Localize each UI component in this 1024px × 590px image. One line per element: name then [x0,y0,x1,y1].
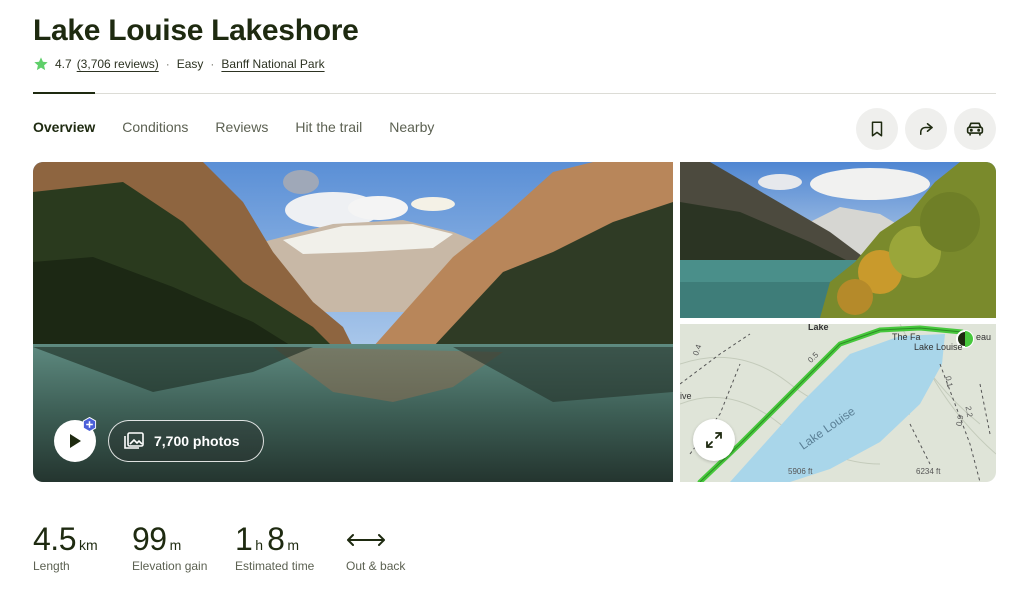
trail-meta: 4.7 (3,706 reviews) · Easy · Banff Natio… [33,55,325,73]
map-label-ive: ive [680,391,692,401]
car-icon [966,122,984,136]
elevation-value: 99 [132,521,167,557]
share-button[interactable] [905,108,947,150]
map-illustration: Lake Louise The Fa eau Lake Louise Lake … [680,324,996,482]
map-elevation-5906: 5906 ft [788,467,813,476]
time-hours-value: 1 [235,521,253,557]
tabs-divider [33,93,996,94]
tab-hit-the-trail[interactable]: Hit the trail [295,119,362,135]
stat-elevation: 99 m Elevation gain [132,521,207,573]
length-unit: km [78,537,98,553]
map-label-lake: Lake [808,324,829,332]
stat-time: 1h8m Estimated time [235,521,314,573]
lake-autumn-illustration [680,162,996,318]
bookmark-button[interactable] [856,108,898,150]
tab-reviews[interactable]: Reviews [215,119,268,135]
difficulty-label: Easy [176,57,204,71]
route-type-label: Out & back [346,559,406,573]
rating-value: 4.7 [55,57,72,71]
time-minutes-value: 8 [267,521,285,557]
meta-separator: · [165,57,170,71]
map-label-the-fa: The Fa [892,332,921,342]
time-minutes-unit: m [287,537,300,553]
photos-count-label: 7,700 photos [154,433,240,449]
time-hours-unit: h [255,537,264,553]
play-icon [70,434,81,448]
gallery-icon [124,432,144,449]
length-label: Length [33,559,70,573]
tab-conditions[interactable]: Conditions [122,119,188,135]
active-tab-indicator [33,92,95,94]
meta-separator: · [210,57,215,71]
stat-length: 4.5 km Length [33,521,102,573]
tab-overview[interactable]: Overview [33,119,95,135]
map-label-lake-louise-small: Lake Louise [914,342,963,352]
elevation-unit: m [169,537,182,553]
time-label: Estimated time [235,559,315,573]
reviews-link[interactable]: (3,706 reviews) [77,57,159,71]
side-photo[interactable] [680,162,996,318]
map-elevation-6234: 6234 ft [916,467,941,476]
trail-map[interactable]: Lake Louise The Fa eau Lake Louise Lake … [680,324,996,482]
share-icon [920,123,933,135]
bookmark-icon [871,121,883,137]
directions-button[interactable] [954,108,996,150]
out-and-back-icon [347,534,385,546]
elevation-label: Elevation gain [132,559,208,573]
park-link[interactable]: Banff National Park [221,57,324,71]
map-label-eau: eau [976,332,991,342]
photos-button[interactable]: 7,700 photos [108,420,264,462]
plus-badge-icon [82,417,97,432]
star-icon [34,57,48,71]
tab-bar: Overview Conditions Reviews Hit the trai… [33,119,461,135]
action-buttons [856,108,996,150]
expand-map-button[interactable] [693,419,735,461]
trail-title: Lake Louise Lakeshore [33,14,359,47]
length-value: 4.5 [33,521,76,557]
stat-route-type: Out & back [346,522,405,573]
expand-icon [706,432,722,448]
tab-nearby[interactable]: Nearby [389,119,434,135]
